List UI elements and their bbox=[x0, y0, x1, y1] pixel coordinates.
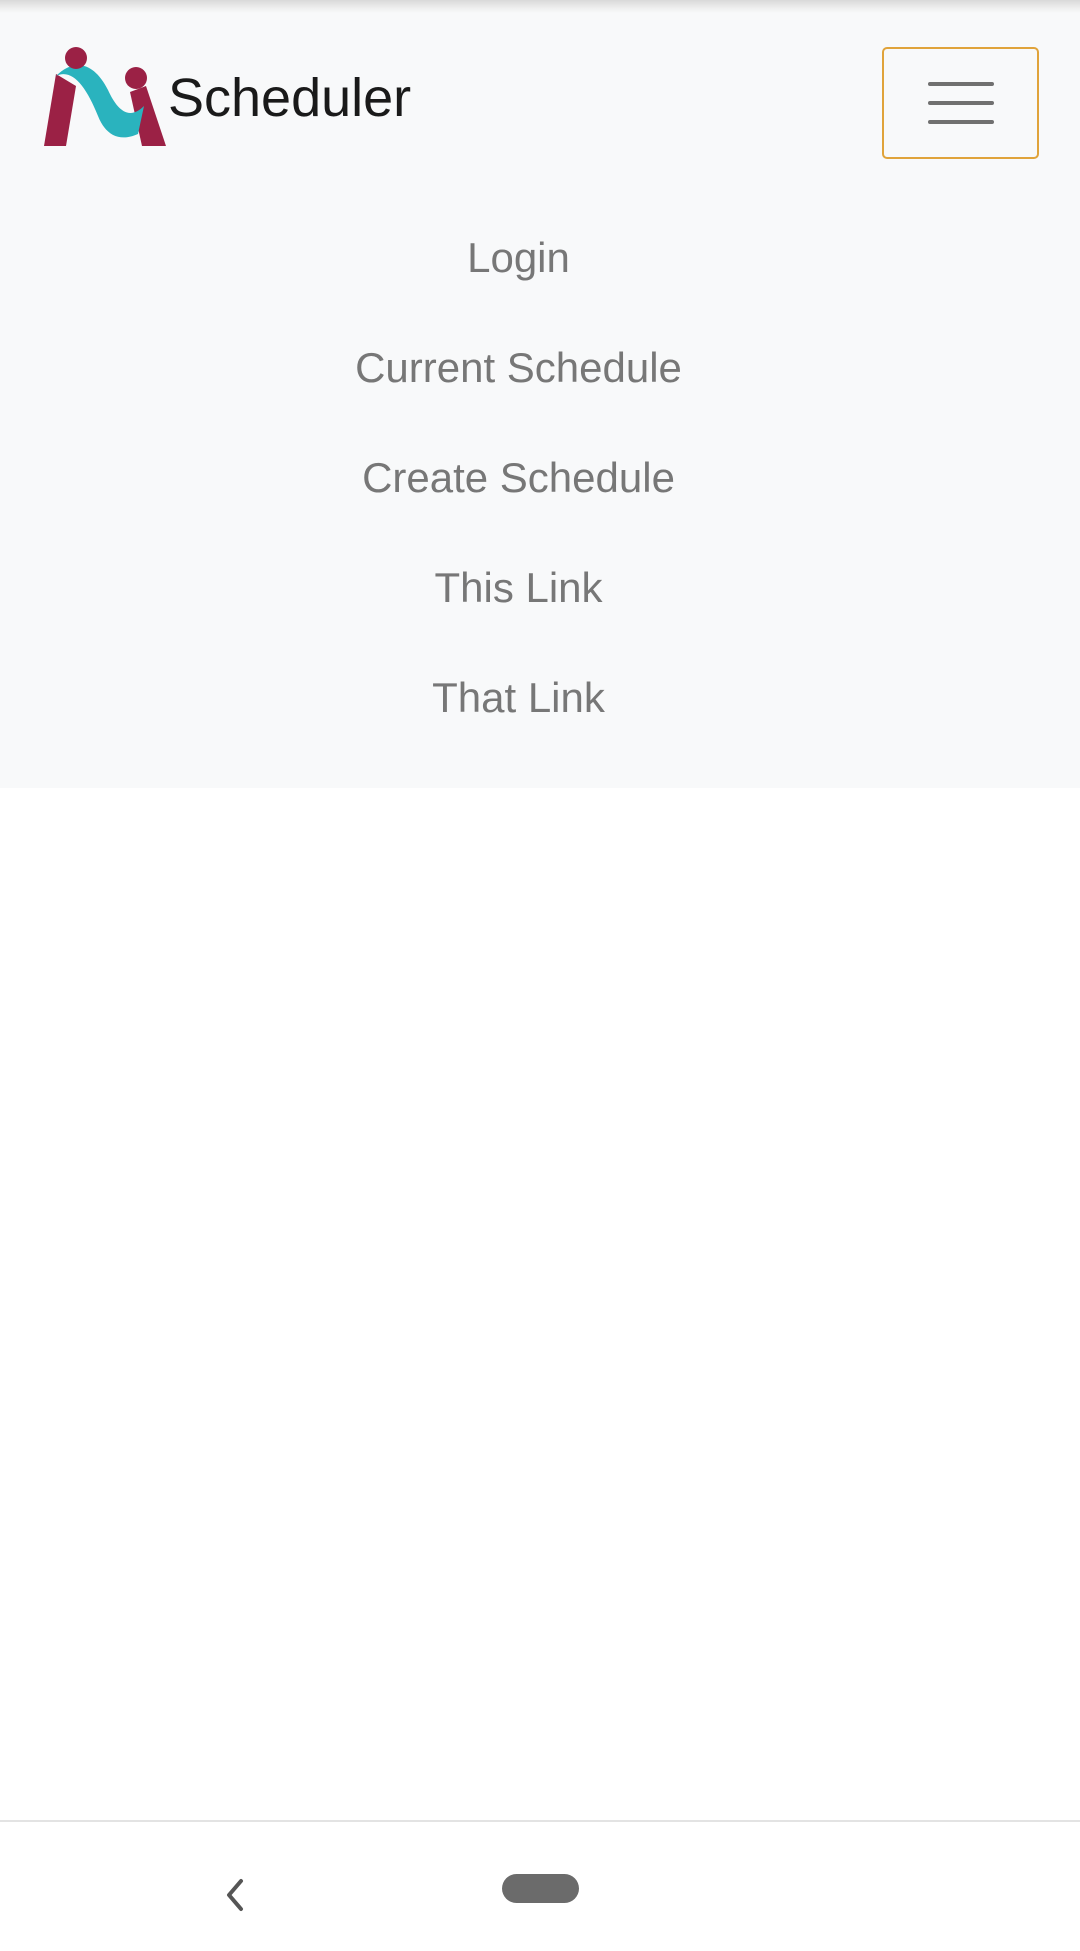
nav-link-that-link[interactable]: That Link bbox=[432, 674, 605, 722]
brand-name: Scheduler bbox=[168, 68, 412, 128]
nav-item-current-schedule: Current Schedule bbox=[0, 313, 1037, 423]
chevron-left-icon bbox=[227, 1879, 243, 1911]
app-screen: Scheduler Login Current Schedule Create … bbox=[0, 0, 1080, 1951]
nav-item-login: Login bbox=[0, 203, 1037, 313]
nav-link-login[interactable]: Login bbox=[467, 234, 570, 282]
navbar: Scheduler Login Current Schedule Create … bbox=[0, 13, 1080, 788]
hamburger-menu-icon bbox=[927, 82, 994, 86]
hamburger-menu-icon-bar bbox=[927, 120, 994, 124]
system-navigation-bar bbox=[0, 1820, 1080, 1951]
nav-link-this-link[interactable]: This Link bbox=[434, 564, 602, 612]
home-pill-icon[interactable] bbox=[502, 1874, 579, 1903]
scheduler-logo-icon bbox=[44, 47, 166, 146]
nav-link-current-schedule[interactable]: Current Schedule bbox=[355, 344, 682, 392]
nav-item-this-link: This Link bbox=[0, 533, 1037, 643]
nav-links-list: Login Current Schedule Create Schedule T… bbox=[0, 203, 1037, 753]
hamburger-menu-icon-bar bbox=[927, 101, 994, 105]
nav-link-create-schedule[interactable]: Create Schedule bbox=[362, 454, 675, 502]
nav-item-that-link: That Link bbox=[0, 643, 1037, 753]
status-bar-shadow bbox=[0, 0, 1080, 13]
navbar-toggler-button[interactable] bbox=[882, 47, 1039, 159]
nav-item-create-schedule: Create Schedule bbox=[0, 423, 1037, 533]
back-button[interactable] bbox=[210, 1870, 260, 1920]
brand-link[interactable]: Scheduler bbox=[42, 47, 412, 148]
